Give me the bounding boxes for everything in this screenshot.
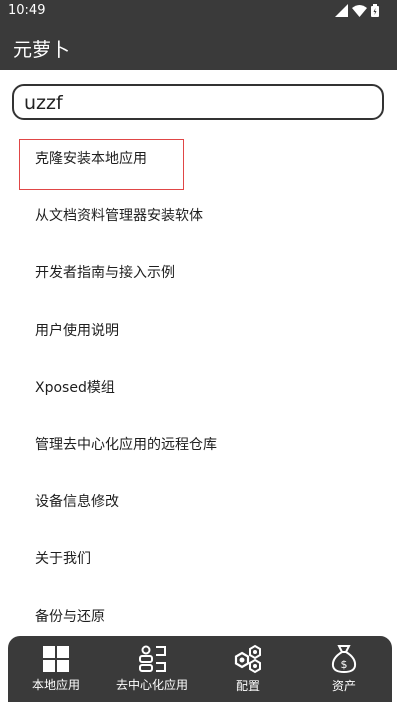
nav-label: 去中心化应用: [115, 678, 188, 692]
menu-item-label: Xposed模组: [35, 379, 115, 396]
search-field[interactable]: [12, 84, 384, 120]
menu-item-about-us[interactable]: 关于我们: [0, 531, 397, 588]
menu-item-label: 克隆安装本地应用: [35, 151, 147, 167]
nav-label: 资产: [331, 679, 356, 693]
search-input[interactable]: [24, 90, 364, 116]
menu-item-xposed[interactable]: Xposed模组: [0, 360, 397, 417]
status-icons: [335, 4, 379, 17]
menu-list: 克隆安装本地应用 从文档资料管理器安装软体 开发者指南与接入示例 用户使用说明 …: [0, 131, 397, 646]
menu-item-device-info[interactable]: 设备信息修改: [0, 474, 397, 531]
money-bag-icon: $: [331, 645, 357, 674]
wifi-icon: [352, 5, 367, 17]
status-bar: 10:49: [0, 0, 397, 24]
grid-icon: [43, 646, 69, 672]
menu-item-user-manual[interactable]: 用户使用说明: [0, 303, 397, 360]
battery-icon: [371, 4, 379, 17]
app-title: 元萝卜: [13, 39, 71, 61]
menu-item-label: 备份与还原: [35, 608, 105, 625]
menu-item-label: 从文档资料管理器安装软体: [35, 208, 203, 225]
menu-item-label: 用户使用说明: [35, 322, 119, 339]
menu-item-developer-guide[interactable]: 开发者指南与接入示例: [0, 245, 397, 302]
menu-item-label: 管理去中心化应用的远程仓库: [35, 436, 217, 453]
hexagon-gear-icon: [234, 644, 261, 674]
nav-item-decentralized-apps[interactable]: 去中心化应用: [104, 636, 200, 702]
svg-text:$: $: [341, 658, 348, 671]
bottom-nav: 本地应用 去中心化应用 配置 $ 资产: [8, 636, 392, 702]
status-time: 10:49: [8, 3, 46, 18]
nav-item-local-apps[interactable]: 本地应用: [8, 636, 104, 702]
nav-item-assets[interactable]: $ 资产: [296, 636, 392, 702]
app-bar: 元萝卜: [0, 24, 397, 70]
menu-item-install-from-docs[interactable]: 从文档资料管理器安装软体: [0, 188, 397, 245]
menu-item-label: 设备信息修改: [35, 494, 119, 511]
people-icon: [139, 645, 166, 672]
nav-label: 本地应用: [31, 678, 80, 692]
menu-item-label: 开发者指南与接入示例: [35, 265, 175, 282]
nav-item-config[interactable]: 配置: [200, 636, 296, 702]
nav-label: 配置: [235, 679, 260, 693]
menu-item-label: 关于我们: [35, 551, 91, 568]
menu-item-clone-install[interactable]: 克隆安装本地应用: [0, 131, 397, 191]
signal-icon: [335, 4, 348, 17]
menu-item-remote-repos[interactable]: 管理去中心化应用的远程仓库: [0, 417, 397, 474]
